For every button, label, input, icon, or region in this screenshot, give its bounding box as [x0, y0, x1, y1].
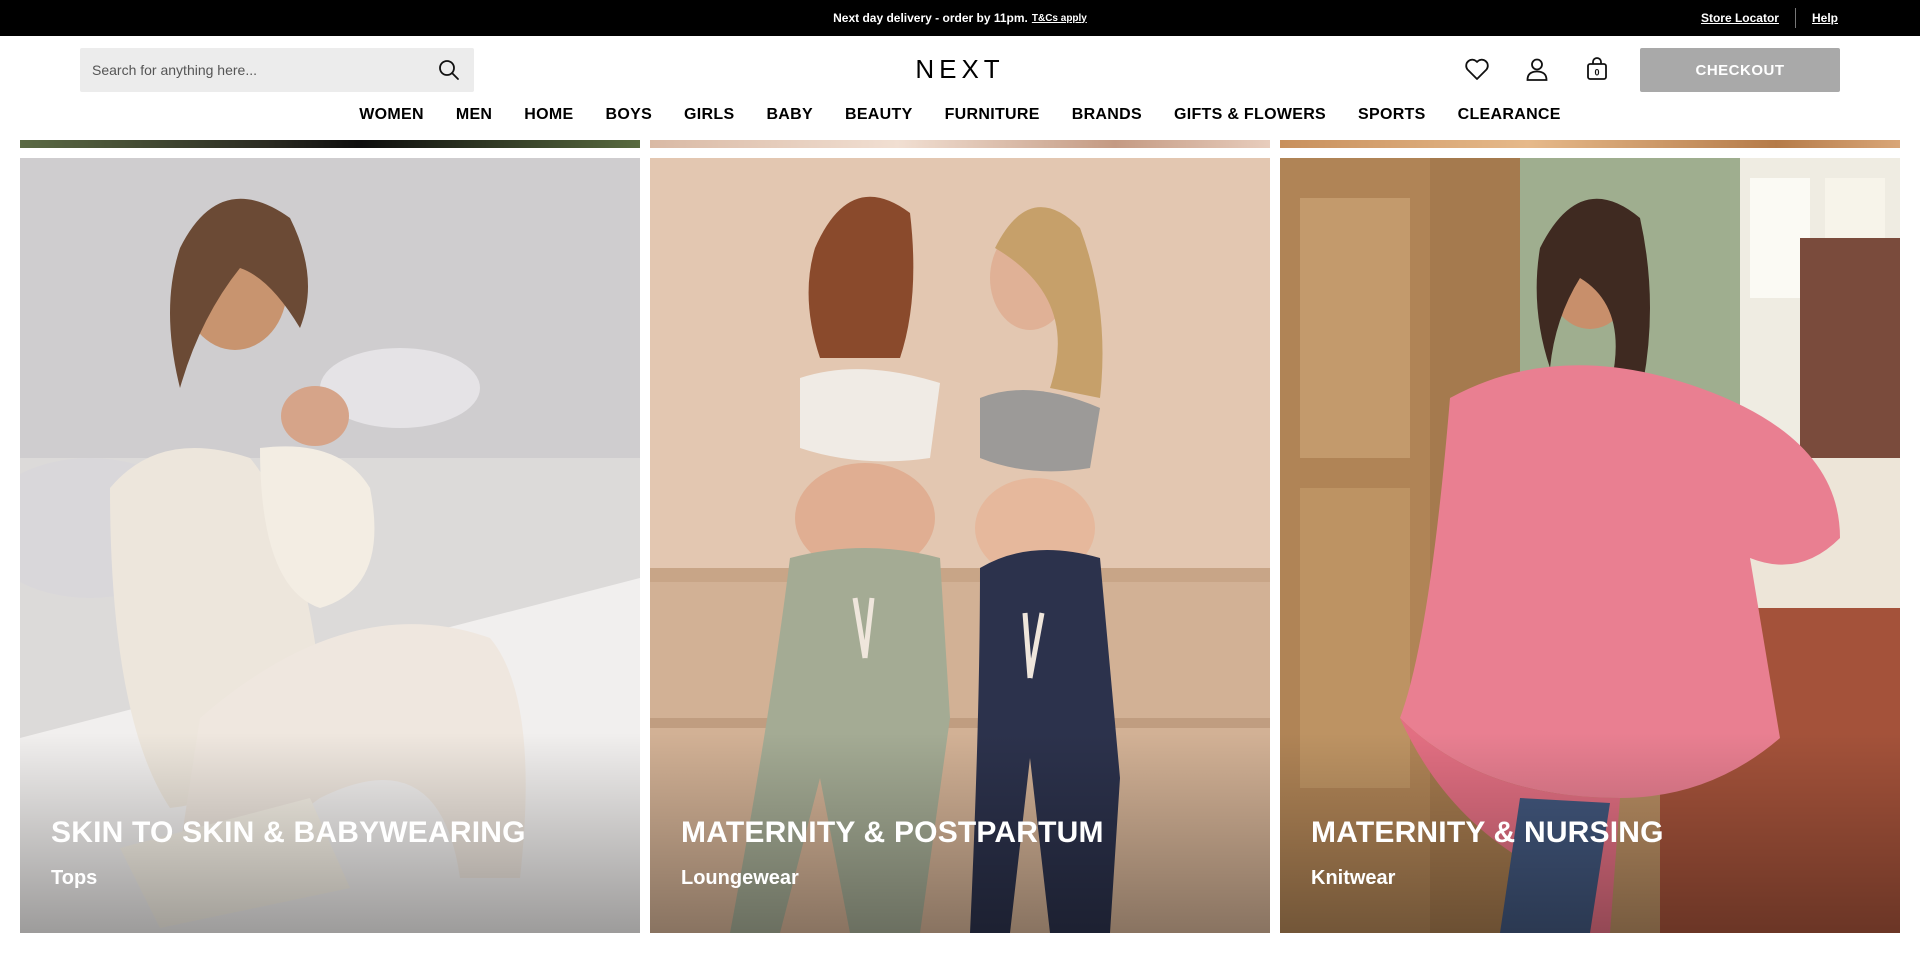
- nav-item-furniture[interactable]: FURNITURE: [929, 106, 1056, 124]
- tile-subtitle: Loungewear: [681, 867, 799, 889]
- tc-link[interactable]: T&Cs apply: [1032, 13, 1087, 24]
- nav-item-sports[interactable]: SPORTS: [1342, 106, 1442, 124]
- header-icons: 0: [1462, 54, 1612, 84]
- site-logo[interactable]: NEXT: [0, 54, 1920, 85]
- tile-title: SKIN TO SKIN & BABYWEARING: [51, 816, 526, 849]
- tile-title: MATERNITY & NURSING: [1311, 816, 1664, 849]
- previous-image-sliver: [650, 140, 1270, 148]
- bag-count: 0: [1594, 68, 1599, 78]
- store-locator-link[interactable]: Store Locator: [1701, 11, 1779, 25]
- previous-image-sliver: [1280, 140, 1900, 148]
- nav-item-beauty[interactable]: BEAUTY: [829, 106, 929, 124]
- bag-icon[interactable]: 0: [1582, 54, 1612, 84]
- nav-item-baby[interactable]: BABY: [750, 106, 829, 124]
- nav-item-home[interactable]: HOME: [508, 106, 589, 124]
- tile-subtitle: Knitwear: [1311, 867, 1396, 889]
- promo-text: Next day delivery - order by 11pm.: [833, 11, 1028, 25]
- heart-icon[interactable]: [1462, 54, 1492, 84]
- previous-image-sliver: [20, 140, 640, 148]
- help-link[interactable]: Help: [1812, 11, 1838, 25]
- category-tile[interactable]: MATERNITY & NURSING Knitwear: [1280, 158, 1900, 933]
- nav-item-women[interactable]: WOMEN: [343, 106, 440, 124]
- checkout-button[interactable]: CHECKOUT: [1640, 48, 1840, 92]
- divider: [1794, 8, 1796, 28]
- site-header: NEXT 0 CHECKOUT WOMENMENHOMEBOYSGIRLSBAB…: [0, 36, 1920, 140]
- promo-message: Next day delivery - order by 11pm. T&Cs …: [0, 0, 1920, 36]
- nav-item-gifts-flowers[interactable]: GIFTS & FLOWERS: [1158, 106, 1342, 124]
- main-nav: WOMEN MEN HOME BOYS GIRLS BABY BEAUTY FURNITURE…: [0, 106, 1920, 124]
- nav-item-boys[interactable]: BOYS: [590, 106, 669, 124]
- tile-title: MATERNITY & POSTPARTUM: [681, 816, 1104, 849]
- nav-item-girls[interactable]: GIRLS: [668, 106, 750, 124]
- tile-subtitle: Tops: [51, 867, 98, 889]
- nav-item-men[interactable]: MEN: [440, 106, 508, 124]
- promo-bar: Next day delivery - order by 11pm. T&Cs …: [0, 0, 1920, 36]
- nav-item-brands[interactable]: BRANDS: [1056, 106, 1158, 124]
- category-tile[interactable]: SKIN TO SKIN & BABYWEARING Tops: [20, 158, 640, 933]
- nav-item-clearance[interactable]: CLEARANCE: [1442, 106, 1577, 124]
- top-links: Store Locator Help: [1701, 0, 1838, 36]
- account-icon[interactable]: [1522, 54, 1552, 84]
- category-tile[interactable]: MATERNITY & POSTPARTUM Loungewear: [650, 158, 1270, 933]
